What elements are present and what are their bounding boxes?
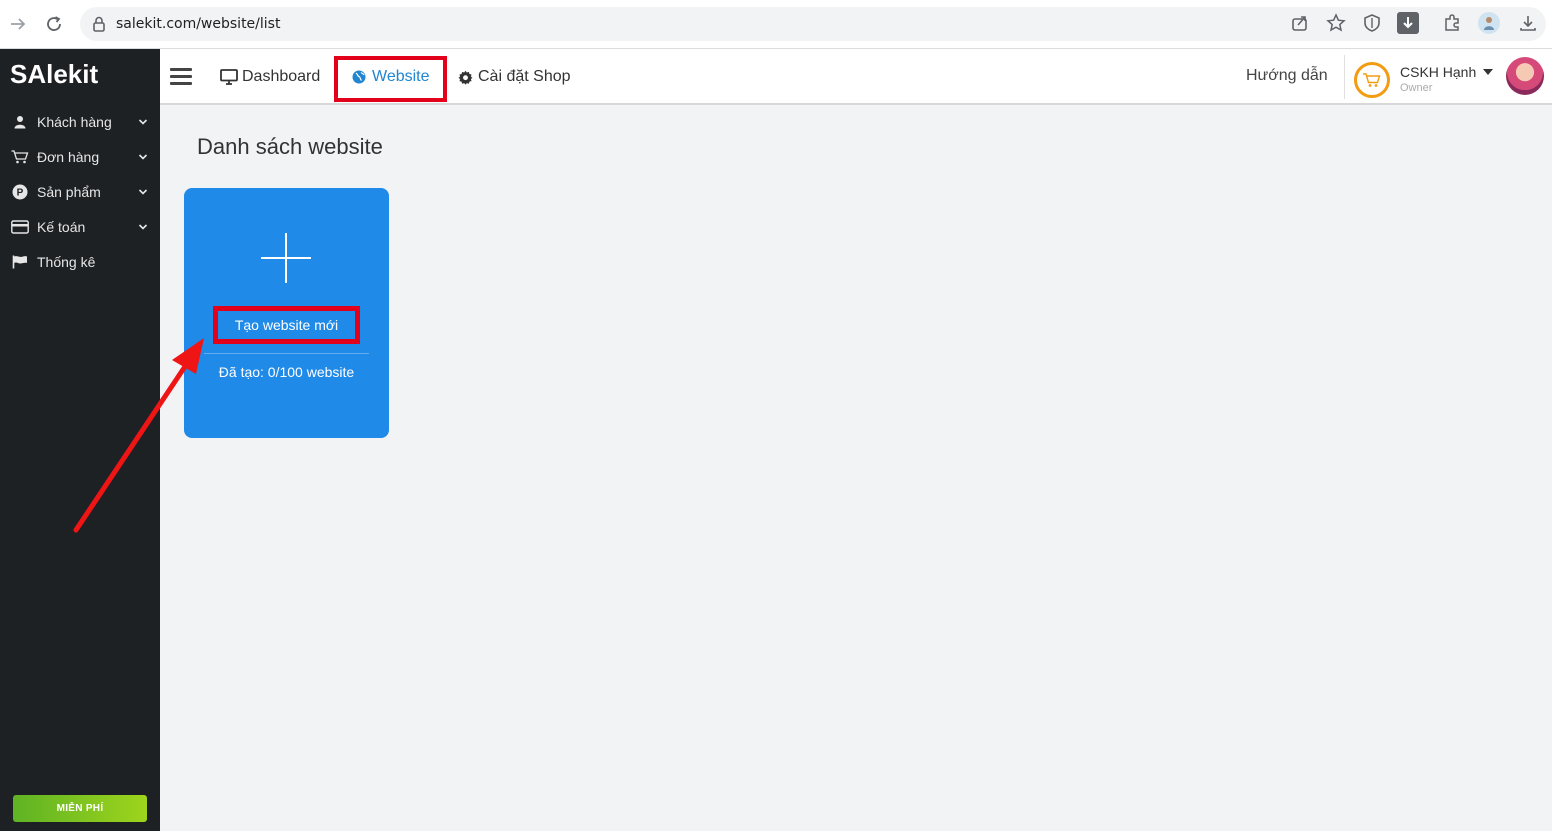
header-divider bbox=[1344, 55, 1345, 99]
user-name[interactable]: CSKH Hạnh bbox=[1400, 64, 1476, 80]
chevron-down-icon bbox=[136, 153, 150, 161]
salekit-logo[interactable]: SAlekit bbox=[10, 59, 98, 90]
chevron-down-icon bbox=[136, 118, 150, 126]
shield-icon[interactable] bbox=[1361, 12, 1383, 34]
annotation-arrow bbox=[73, 338, 204, 533]
sidebar-item-label: Thống kê bbox=[37, 254, 96, 270]
tab-shop-settings[interactable]: Cài đặt Shop bbox=[456, 49, 571, 105]
user-icon bbox=[11, 113, 29, 131]
website-tab-highlight bbox=[334, 56, 447, 102]
browser-toolbar: salekit.com/website/list bbox=[0, 0, 1552, 49]
shop-cart-avatar[interactable] bbox=[1354, 62, 1390, 98]
star-icon[interactable] bbox=[1325, 12, 1347, 34]
tab-dashboard[interactable]: Dashboard bbox=[220, 49, 320, 105]
url-text: salekit.com/website/list bbox=[116, 16, 281, 32]
monitor-icon bbox=[220, 68, 238, 86]
forward-icon[interactable] bbox=[6, 12, 30, 36]
lock-icon bbox=[90, 15, 108, 33]
flag-icon bbox=[11, 253, 29, 271]
reload-icon[interactable] bbox=[42, 12, 66, 36]
avatar[interactable] bbox=[1506, 57, 1544, 95]
hamburger-menu-icon[interactable] bbox=[170, 68, 192, 86]
gear-icon bbox=[456, 68, 474, 86]
card-divider bbox=[204, 353, 369, 354]
sidebar-item-label: Sản phẩm bbox=[37, 184, 101, 200]
free-plan-button[interactable]: MIỄN PHÍ bbox=[13, 795, 147, 822]
profile-icon[interactable] bbox=[1478, 12, 1500, 34]
sidebar-item-products[interactable]: P Sản phẩm bbox=[0, 177, 160, 207]
chevron-down-icon bbox=[136, 223, 150, 231]
caret-down-icon[interactable] bbox=[1483, 69, 1493, 75]
tab-label: Cài đặt Shop bbox=[478, 68, 571, 85]
top-header: Dashboard Website Cài đặt Shop Hướng dẫn… bbox=[160, 49, 1552, 105]
download-extension-icon[interactable] bbox=[1397, 12, 1419, 34]
sidebar-item-statistics[interactable]: Thống kê bbox=[0, 247, 160, 277]
sidebar-item-orders[interactable]: Đơn hàng bbox=[0, 142, 160, 172]
page-title: Danh sách website bbox=[197, 134, 383, 159]
tab-label: Dashboard bbox=[242, 68, 321, 85]
share-icon[interactable] bbox=[1289, 12, 1311, 34]
puzzle-icon[interactable] bbox=[1441, 12, 1463, 34]
sidebar-item-label: Đơn hàng bbox=[37, 149, 100, 165]
user-role: Owner bbox=[1400, 82, 1433, 94]
create-website-button[interactable]: Tạo website mới bbox=[213, 306, 360, 344]
downloads-icon[interactable] bbox=[1517, 12, 1539, 34]
guide-link[interactable]: Hướng dẫn bbox=[1246, 67, 1328, 85]
sidebar-item-customers[interactable]: Khách hàng bbox=[0, 107, 160, 137]
plus-icon[interactable] bbox=[261, 233, 311, 283]
cart-icon bbox=[11, 148, 29, 166]
chevron-down-icon bbox=[136, 188, 150, 196]
product-p-icon: P bbox=[11, 183, 29, 201]
svg-text:P: P bbox=[17, 188, 24, 199]
credit-card-icon bbox=[11, 218, 29, 236]
sidebar-item-label: Kế toán bbox=[37, 219, 86, 235]
sidebar-item-accounting[interactable]: Kế toán bbox=[0, 212, 160, 242]
sidebar-item-label: Khách hàng bbox=[37, 114, 112, 130]
